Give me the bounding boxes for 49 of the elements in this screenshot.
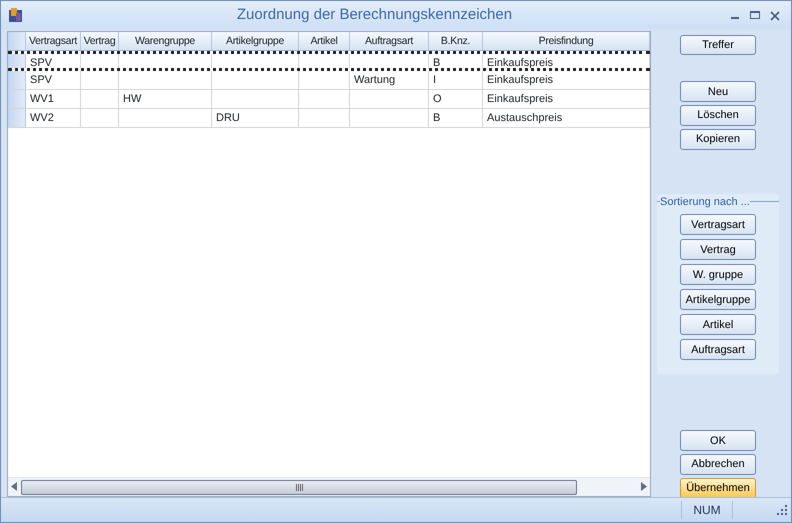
button[interactable]: Abbrechen: [680, 454, 756, 475]
column-header[interactable]: Vertragsart: [26, 32, 81, 50]
app-icon: [7, 6, 24, 24]
table-cell: I: [429, 71, 483, 89]
column-header[interactable]: Vertrag: [81, 32, 119, 50]
table-cell: Wartung: [350, 71, 429, 89]
table-cell: SPV: [26, 54, 81, 68]
window-title: Zuordnung der Berechnungskennzeichen: [236, 4, 514, 25]
column-header[interactable]: Preisfindung: [483, 32, 650, 50]
button[interactable]: Neu: [680, 81, 756, 102]
horizontal-scrollbar[interactable]: [8, 477, 650, 496]
button[interactable]: Auftragsart: [680, 339, 756, 360]
group-label: Sortierung nach ...: [660, 194, 750, 210]
table-cell: Einkaufspreis: [483, 54, 650, 68]
column-header[interactable]: Artikel: [299, 32, 350, 50]
table-cell: SPV: [26, 71, 81, 89]
button[interactable]: Vertragsart: [680, 214, 756, 235]
column-header[interactable]: Artikelgruppe: [212, 32, 299, 50]
scroll-thumb[interactable]: [21, 480, 577, 494]
button[interactable]: Artikelgruppe: [680, 289, 756, 310]
column-header[interactable]: Warengruppe: [119, 32, 212, 50]
table-cell: B: [429, 109, 483, 127]
button[interactable]: Übernehmen: [680, 478, 756, 498]
button[interactable]: OK: [680, 430, 756, 451]
resize-grip-icon[interactable]: [777, 505, 787, 515]
column-header[interactable]: Auftragsart: [350, 32, 429, 50]
table-cell: Einkaufspreis: [483, 71, 650, 89]
table-cell: Einkaufspreis: [483, 90, 650, 108]
table-cell: HW: [119, 90, 212, 108]
button[interactable]: Vertrag: [680, 239, 756, 260]
maximize-icon[interactable]: [750, 11, 760, 20]
table-cell: Austauschpreis: [483, 109, 650, 127]
status-num: NUM: [681, 501, 733, 519]
close-icon[interactable]: [770, 10, 780, 21]
button[interactable]: Kopieren: [680, 128, 756, 150]
row-header: [8, 32, 26, 50]
button[interactable]: Treffer: [680, 35, 756, 55]
button[interactable]: Artikel: [680, 314, 756, 335]
table-cell: WV1: [26, 90, 81, 108]
table-cell: B: [429, 54, 483, 68]
table-cell: O: [429, 90, 483, 108]
button[interactable]: W. gruppe: [680, 264, 756, 285]
button[interactable]: Löschen: [680, 104, 756, 126]
grip-icon: [296, 484, 302, 490]
column-header[interactable]: B.Knz.: [429, 32, 483, 50]
table-cell: DRU: [212, 109, 299, 127]
scroll-right-icon[interactable]: [641, 482, 647, 492]
table-cell: WV2: [26, 109, 81, 127]
scroll-left-icon[interactable]: [11, 482, 17, 492]
